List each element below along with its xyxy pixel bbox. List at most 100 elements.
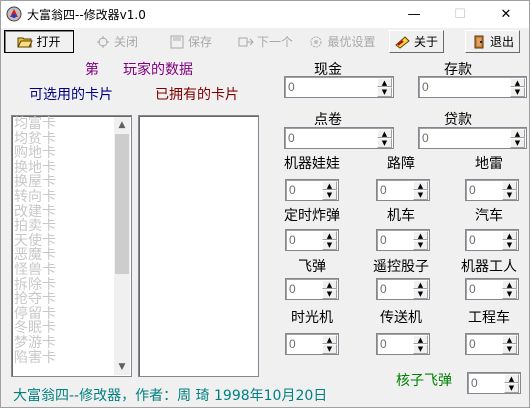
app-window: 大富翁四--修改器v1.0 — ☐ ✕ 打开 关闭 保存 下一个 最优设置 关于… xyxy=(0,0,530,408)
robot-doll-label: 机器娃娃 xyxy=(284,156,340,172)
teleporter-label: 传送机 xyxy=(380,310,422,326)
nuke-missile-value[interactable]: 0 xyxy=(471,376,478,390)
engineering-car-spinner[interactable]: 0 ▲ ▼ xyxy=(465,333,519,355)
spin-up-icon[interactable]: ▲ xyxy=(504,374,519,383)
teleporter-spinner[interactable]: 0 ▲ ▼ xyxy=(376,333,430,355)
maximize-icon: ☐ xyxy=(454,7,466,22)
spin-up-icon[interactable]: ▲ xyxy=(502,280,517,289)
save-label: 保存 xyxy=(187,35,212,49)
roadblock-value[interactable]: 0 xyxy=(380,183,387,197)
open-button[interactable]: 打开 xyxy=(4,30,74,53)
spin-down-icon[interactable]: ▼ xyxy=(413,240,428,250)
spin-up-icon[interactable]: ▲ xyxy=(413,280,428,289)
robot-worker-spinner[interactable]: 0 ▲ ▼ xyxy=(465,278,519,300)
spin-down-icon[interactable]: ▼ xyxy=(322,240,337,250)
spin-down-icon[interactable]: ▼ xyxy=(377,138,392,148)
mine-value[interactable]: 0 xyxy=(469,183,476,197)
exit-button[interactable]: 退出 xyxy=(465,30,520,53)
time-bomb-spinner[interactable]: 0 ▲ ▼ xyxy=(285,229,339,251)
spin-up-icon[interactable]: ▲ xyxy=(322,280,337,289)
loan-spinner[interactable]: 0 ▲ ▼ xyxy=(418,127,527,149)
spin-down-icon[interactable]: ▼ xyxy=(502,344,517,354)
spin-up-icon[interactable]: ▲ xyxy=(322,231,337,240)
spin-up-icon[interactable]: ▲ xyxy=(502,335,517,344)
spin-down-icon[interactable]: ▼ xyxy=(502,240,517,250)
minimize-button[interactable]: — xyxy=(391,1,437,28)
scroll-thumb[interactable] xyxy=(115,134,129,274)
scroll-up-icon[interactable]: ▲ xyxy=(114,117,130,133)
roadblock-label: 路障 xyxy=(387,156,415,172)
robot-worker-label: 机器工人 xyxy=(461,259,517,275)
owned-cards-header: 已拥有的卡片 xyxy=(155,87,239,103)
robot-doll-value[interactable]: 0 xyxy=(289,183,296,197)
time-machine-spinner[interactable]: 0 ▲ ▼ xyxy=(285,333,339,355)
engineering-car-value[interactable]: 0 xyxy=(469,337,476,351)
car-spinner[interactable]: 0 ▲ ▼ xyxy=(465,229,519,251)
close-window-button[interactable]: ✕ xyxy=(483,1,529,28)
motorcycle-spinner[interactable]: 0 ▲ ▼ xyxy=(376,229,430,251)
spin-up-icon[interactable]: ▲ xyxy=(377,129,392,138)
save-icon xyxy=(169,35,185,49)
motorcycle-value[interactable]: 0 xyxy=(380,233,387,247)
close-file-label: 关闭 xyxy=(113,35,138,49)
deposit-value[interactable]: 0 xyxy=(422,80,429,94)
scroll-down-icon[interactable]: ▼ xyxy=(114,359,130,375)
remote-dice-spinner[interactable]: 0 ▲ ▼ xyxy=(376,278,430,300)
spin-down-icon[interactable]: ▼ xyxy=(502,190,517,200)
cash-spinner[interactable]: 0 ▲ ▼ xyxy=(284,76,394,98)
title-bar[interactable]: 大富翁四--修改器v1.0 — ☐ ✕ xyxy=(1,1,529,28)
exit-label: 退出 xyxy=(489,35,514,49)
owned-cards-list[interactable] xyxy=(138,115,259,377)
missile-value[interactable]: 0 xyxy=(289,282,296,296)
car-value[interactable]: 0 xyxy=(469,233,476,247)
spin-up-icon[interactable]: ▲ xyxy=(377,78,392,87)
available-cards-list[interactable]: 均富卡 均贫卡 购地卡 换地卡 换屋卡 转向卡 改建卡 拍卖卡 天使卡 恶魔卡 怪兽卡 拆除卡 抢夺卡停… xyxy=(11,115,132,377)
time-machine-value[interactable]: 0 xyxy=(289,337,296,351)
app-icon xyxy=(6,6,22,22)
spin-down-icon[interactable]: ▼ xyxy=(510,87,525,97)
roadblock-spinner[interactable]: 0 ▲ ▼ xyxy=(376,179,430,201)
spin-down-icon[interactable]: ▼ xyxy=(322,190,337,200)
spin-down-icon[interactable]: ▼ xyxy=(413,289,428,299)
coupon-spinner[interactable]: 0 ▲ ▼ xyxy=(284,127,394,149)
spin-down-icon[interactable]: ▼ xyxy=(322,289,337,299)
toolbar: 打开 关闭 保存 下一个 最优设置 关于 退出 xyxy=(1,29,529,55)
remote-dice-value[interactable]: 0 xyxy=(380,282,387,296)
spin-up-icon[interactable]: ▲ xyxy=(322,335,337,344)
time-bomb-value[interactable]: 0 xyxy=(289,233,296,247)
loan-value[interactable]: 0 xyxy=(422,131,429,145)
coupon-value[interactable]: 0 xyxy=(288,131,295,145)
minimize-icon: — xyxy=(407,7,421,22)
spin-down-icon[interactable]: ▼ xyxy=(502,289,517,299)
missile-label: 飞弹 xyxy=(298,259,326,275)
spin-up-icon[interactable]: ▲ xyxy=(413,335,428,344)
available-cards-scrollbar[interactable]: ▲ ▼ xyxy=(114,117,130,375)
mine-spinner[interactable]: 0 ▲ ▼ xyxy=(465,179,519,201)
close-file-button: 关闭 xyxy=(89,30,144,53)
about-button[interactable]: 关于 xyxy=(389,30,444,53)
spin-up-icon[interactable]: ▲ xyxy=(322,181,337,190)
close-icon: ✕ xyxy=(500,7,512,22)
teleporter-value[interactable]: 0 xyxy=(380,337,387,351)
spin-up-icon[interactable]: ▲ xyxy=(413,181,428,190)
deposit-spinner[interactable]: 0 ▲ ▼ xyxy=(418,76,527,98)
best-settings-button: 最优设置 xyxy=(306,30,378,53)
spin-down-icon[interactable]: ▼ xyxy=(322,344,337,354)
spin-down-icon[interactable]: ▼ xyxy=(377,87,392,97)
spin-up-icon[interactable]: ▲ xyxy=(510,129,525,138)
spin-up-icon[interactable]: ▲ xyxy=(510,78,525,87)
robot-doll-spinner[interactable]: 0 ▲ ▼ xyxy=(285,179,339,201)
spin-down-icon[interactable]: ▼ xyxy=(413,190,428,200)
spin-down-icon[interactable]: ▼ xyxy=(504,383,519,393)
spin-up-icon[interactable]: ▲ xyxy=(413,231,428,240)
nuke-missile-spinner[interactable]: 0 ▲ ▼ xyxy=(467,372,521,394)
time-machine-label: 时光机 xyxy=(291,310,333,326)
spin-down-icon[interactable]: ▼ xyxy=(510,138,525,148)
spin-up-icon[interactable]: ▲ xyxy=(502,181,517,190)
gear-icon xyxy=(308,35,324,49)
cash-value[interactable]: 0 xyxy=(288,80,295,94)
robot-worker-value[interactable]: 0 xyxy=(469,282,476,296)
spin-down-icon[interactable]: ▼ xyxy=(413,344,428,354)
missile-spinner[interactable]: 0 ▲ ▼ xyxy=(285,278,339,300)
spin-up-icon[interactable]: ▲ xyxy=(502,231,517,240)
